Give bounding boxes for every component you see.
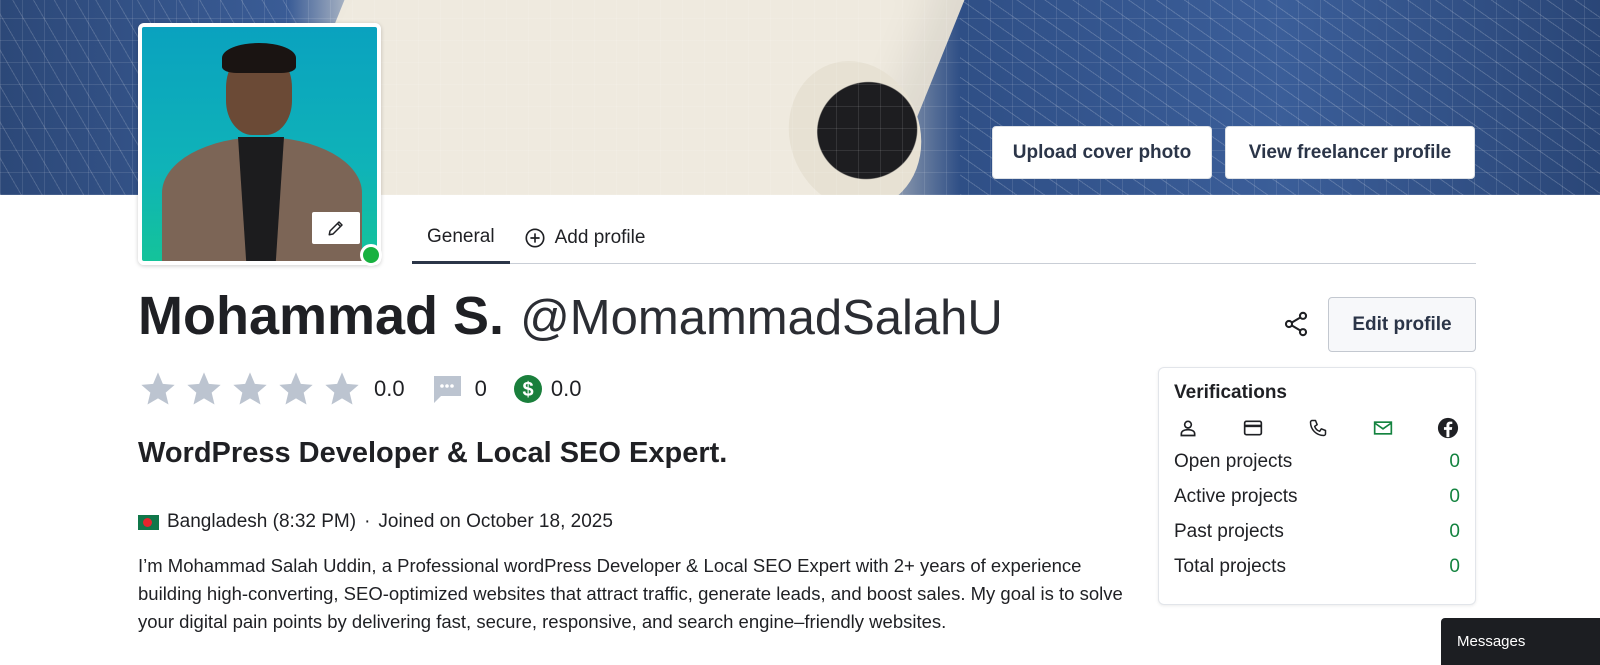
display-name: Mohammad S.	[138, 286, 505, 346]
reviews-icon	[432, 376, 461, 403]
profile-bio: I’m Mohammad Salah Uddin, a Professional…	[138, 555, 1123, 632]
project-stats: Open projects 0 Active projects 0 Past p…	[1174, 444, 1460, 584]
avatar-person-hair	[222, 43, 296, 73]
project-count: 0	[1449, 520, 1460, 542]
share-icon	[1284, 311, 1308, 337]
project-row-open: Open projects 0	[1174, 444, 1460, 479]
edit-avatar-button[interactable]	[312, 212, 360, 244]
tab-general-label: General	[427, 225, 495, 247]
project-label: Active projects	[1174, 485, 1298, 507]
verification-icons	[1174, 414, 1460, 442]
project-count: 0	[1449, 555, 1460, 577]
upload-cover-photo-button[interactable]: Upload cover photo	[992, 126, 1212, 179]
tab-add-profile-label: Add profile	[554, 227, 646, 248]
tab-general[interactable]: General	[412, 212, 510, 264]
star-icon	[187, 372, 221, 405]
profile-stats-row: 0.0 0 $ 0.0	[138, 367, 603, 411]
phone-icon	[1307, 417, 1329, 439]
project-count: 0	[1449, 485, 1460, 507]
location: Bangladesh (8:32 PM)	[167, 511, 357, 532]
profile-name-row: Mohammad S. @MomammadSalahU	[138, 285, 1003, 347]
rating-value: 0.0	[374, 376, 405, 401]
reviews-count: 0	[474, 376, 487, 401]
project-label: Past projects	[1174, 520, 1284, 542]
bangladesh-flag-icon	[138, 514, 159, 530]
star-rating	[138, 369, 368, 409]
profile-tabs: General Add profile	[412, 212, 1476, 264]
tab-add-profile[interactable]: Add profile	[510, 212, 661, 264]
messages-button[interactable]: Messages	[1441, 618, 1600, 665]
payment-card-icon	[1242, 417, 1264, 439]
star-icon	[279, 372, 313, 405]
profile-meta: Bangladesh (8:32 PM) · Joined on October…	[138, 511, 613, 533]
project-row-active: Active projects 0	[1174, 479, 1460, 514]
project-label: Open projects	[1174, 450, 1293, 472]
star-icon	[141, 372, 175, 405]
online-status-indicator	[360, 244, 382, 266]
email-icon	[1372, 417, 1394, 439]
profile-headline: WordPress Developer & Local SEO Expert.	[138, 437, 728, 469]
dollar-icon: $	[513, 375, 542, 403]
share-button[interactable]	[1280, 308, 1312, 340]
identity-icon	[1177, 417, 1199, 439]
project-count: 0	[1449, 450, 1460, 472]
plus-circle-icon	[525, 228, 545, 248]
pencil-icon	[328, 221, 343, 236]
project-label: Total projects	[1174, 555, 1286, 577]
username: @MomammadSalahU	[520, 291, 1003, 345]
avatar	[138, 23, 381, 265]
star-icon	[325, 372, 359, 405]
project-row-past: Past projects 0	[1174, 514, 1460, 549]
verifications-title: Verifications	[1174, 382, 1287, 403]
project-row-total: Total projects 0	[1174, 549, 1460, 584]
facebook-icon	[1437, 417, 1459, 439]
svg-text:$: $	[522, 379, 533, 401]
meta-separator: ·	[364, 511, 371, 532]
star-icon	[233, 372, 267, 405]
joined-date: Joined on October 18, 2025	[378, 511, 613, 532]
earnings-value: 0.0	[550, 376, 582, 401]
view-freelancer-profile-button[interactable]: View freelancer profile	[1225, 126, 1475, 179]
verifications-card: Verifications Open projects 0 Active pro…	[1158, 367, 1476, 605]
edit-profile-button[interactable]: Edit profile	[1328, 297, 1476, 352]
